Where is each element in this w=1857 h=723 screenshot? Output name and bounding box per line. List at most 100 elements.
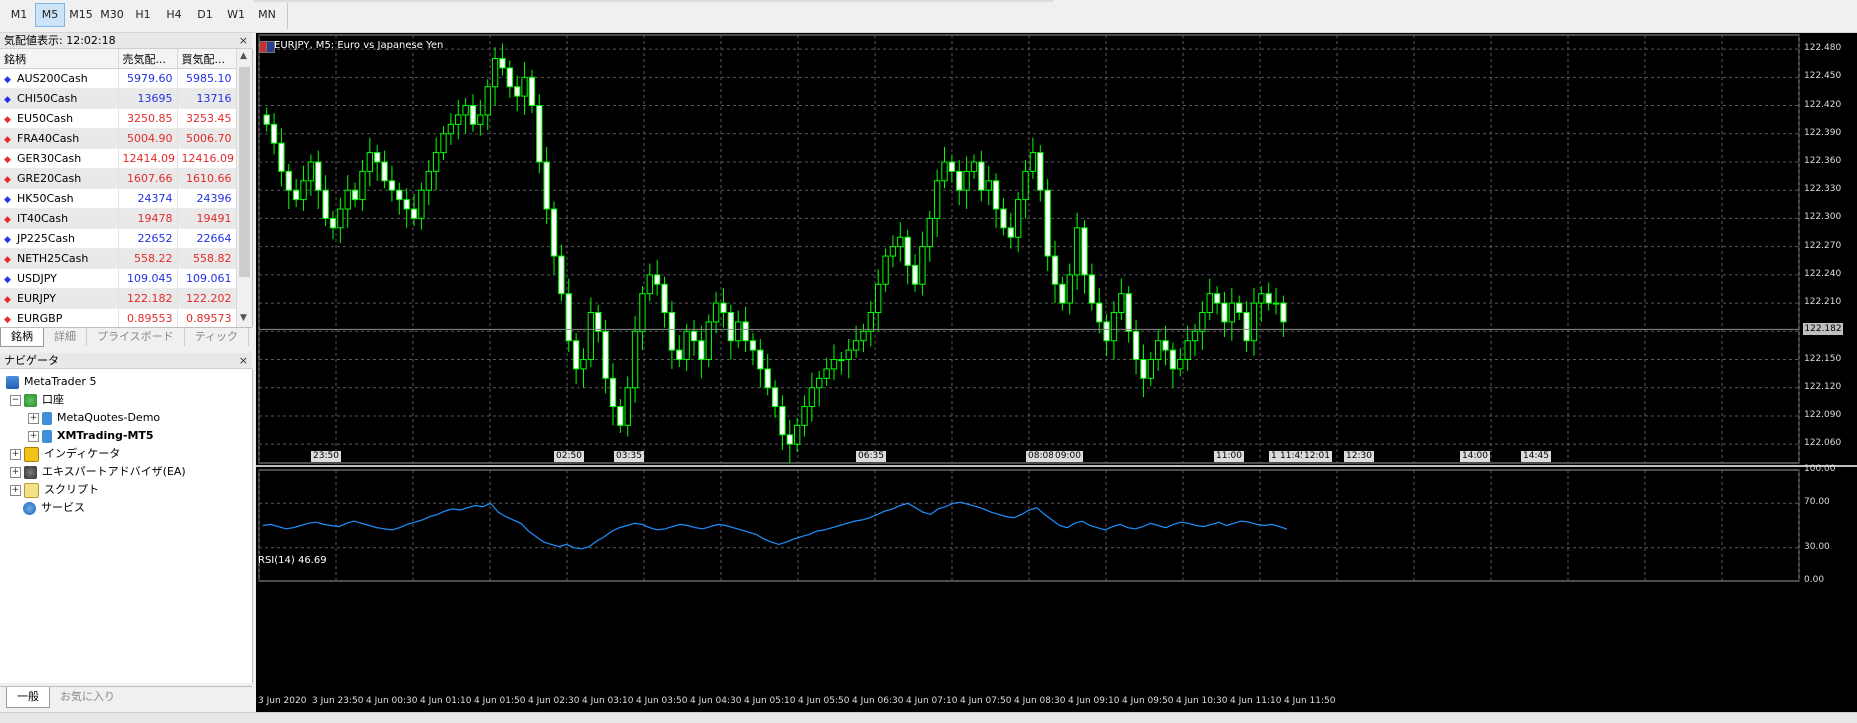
candle-body — [1154, 340, 1162, 361]
symbol-cell[interactable]: ◆ USDJPY — [0, 268, 119, 289]
tf-w1[interactable]: W1 — [221, 3, 251, 27]
candle-body — [845, 349, 852, 361]
symbol-cell[interactable]: ◆ EURGBP — [0, 308, 119, 327]
close-icon[interactable]: × — [239, 33, 248, 49]
navigator-panel: MetaTrader 5 − 口座 + MetaQuotes-Demo + XMTra… — [0, 369, 253, 683]
table-row[interactable]: ◆ EU50Cash 3250.85 3253.45 — [0, 108, 237, 129]
tab-general[interactable]: 一般 — [6, 687, 50, 708]
candle-body — [1096, 302, 1103, 323]
tab-symbols[interactable]: 銘柄 — [0, 328, 44, 347]
candle-body — [801, 406, 808, 426]
navigator-title-text: ナビゲータ — [4, 354, 59, 367]
nav-accounts[interactable]: − 口座 — [10, 391, 64, 409]
candle-body — [506, 67, 513, 88]
candle-body — [1147, 359, 1154, 379]
table-row[interactable]: ◆ EURJPY 122.182 122.202 — [0, 288, 237, 309]
symbol-cell[interactable]: ◆ GER30Cash — [0, 148, 119, 169]
table-row[interactable]: ◆ FRA40Cash 5004.90 5006.70 — [0, 128, 237, 149]
candle-body — [1199, 311, 1206, 332]
symbol-cell[interactable]: ◆ FRA40Cash — [0, 128, 119, 149]
candle-body — [911, 264, 919, 285]
table-row[interactable]: ◆ GER30Cash 12414.09 12416.09 — [0, 148, 237, 169]
tf-m1[interactable]: M1 — [4, 3, 34, 27]
nav-experts[interactable]: + エキスパートアドバイザ(EA) — [10, 463, 186, 481]
time-axis-label: 4 Jun 05:50 — [798, 696, 850, 706]
tf-m30[interactable]: M30 — [97, 3, 127, 27]
table-row[interactable]: ◆ CHI50Cash 13695 13716 — [0, 88, 237, 109]
nav-root[interactable]: MetaTrader 5 — [6, 373, 96, 391]
nav-account-metaquotes[interactable]: + MetaQuotes-Demo — [28, 409, 160, 427]
tab-details[interactable]: 詳細 — [44, 328, 87, 346]
nav-scripts[interactable]: + スクリプト — [10, 481, 99, 499]
symbol-cell[interactable]: ◆ CHI50Cash — [0, 88, 119, 109]
symbol-cell[interactable]: ◆ HK50Cash — [0, 188, 119, 209]
chart-canvas[interactable] — [256, 33, 1857, 712]
tab-favorites[interactable]: お気に入り — [50, 687, 125, 707]
scroll-up-icon[interactable]: ▲ — [240, 51, 247, 61]
symbol-cell[interactable]: ◆ GRE20Cash — [0, 168, 119, 189]
symbol-cell[interactable]: ◆ EURJPY — [0, 288, 119, 309]
table-row[interactable]: ◆ USDJPY 109.045 109.061 — [0, 268, 237, 289]
time-axis-label: 4 Jun 07:10 — [906, 696, 958, 706]
tf-m5[interactable]: M5 — [35, 3, 65, 27]
expand-icon[interactable]: + — [10, 448, 21, 460]
tab-ticks[interactable]: ティック — [185, 328, 250, 346]
candle-body — [1125, 293, 1132, 332]
market-watch-table: 銘柄 売気配... 買気配... ◆ AUS200Cash 5979.60 5985.… — [0, 49, 237, 327]
symbol-cell[interactable]: ◆ EU50Cash — [0, 108, 119, 129]
arrow-up-icon: ◆ — [4, 195, 11, 205]
scroll-down-icon[interactable]: ▼ — [240, 313, 247, 323]
candle-body — [484, 86, 491, 116]
symbol-name: USDJPY — [17, 272, 57, 285]
scroll-thumb[interactable] — [239, 67, 250, 277]
symbol-cell[interactable]: ◆ NETH25Cash — [0, 248, 119, 269]
chart-window[interactable]: EURJPY, M5: Euro vs Japanese Yen RSI(14)… — [256, 33, 1857, 712]
tab-price-board[interactable]: プライスボード — [87, 328, 185, 346]
arrow-up-icon: ◆ — [4, 235, 11, 245]
collapse-icon[interactable]: − — [10, 394, 21, 406]
nav-services[interactable]: サービス — [23, 499, 85, 517]
candle-body — [491, 58, 499, 88]
nav-account-xm[interactable]: + XMTrading-MT5 — [28, 427, 154, 445]
expand-icon[interactable]: + — [10, 466, 21, 478]
table-row[interactable]: ◆ GRE20Cash 1607.66 1610.66 — [0, 168, 237, 189]
tf-d1[interactable]: D1 — [190, 3, 220, 27]
expand-icon[interactable]: + — [28, 412, 39, 424]
candle-body — [712, 302, 720, 323]
table-row[interactable]: ◆ IT40Cash 19478 19491 — [0, 208, 237, 229]
time-axis-label: 4 Jun 09:50 — [1122, 696, 1174, 706]
rsi-axis-label: 0.00 — [1804, 575, 1825, 585]
nav-indicators[interactable]: + インディケータ — [10, 445, 120, 463]
symbol-cell[interactable]: ◆ JP225Cash — [0, 228, 119, 249]
table-row[interactable]: ◆ AUS200Cash 5979.60 5985.10 — [0, 68, 237, 89]
table-row[interactable]: ◆ HK50Cash 24374 24396 — [0, 188, 237, 209]
table-row[interactable]: ◆ EURGBP 0.89553 0.89573 — [0, 308, 237, 327]
candle-body — [536, 105, 543, 163]
col-bid[interactable]: 売気配... — [118, 49, 178, 69]
market-watch-rows: ◆ AUS200Cash 5979.60 5985.10 ◆ CHI50Cash 13695… — [0, 68, 237, 327]
expand-icon[interactable]: + — [10, 484, 21, 496]
symbol-cell[interactable]: ◆ IT40Cash — [0, 208, 119, 229]
time-axis-label: 4 Jun 05:10 — [744, 696, 796, 706]
tf-m15[interactable]: M15 — [66, 3, 96, 27]
symbol-name: GER30Cash — [17, 152, 82, 165]
time-axis-label: 4 Jun 00:30 — [366, 696, 418, 706]
candle-body — [329, 217, 337, 229]
market-watch-scrollbar[interactable]: ▲ ▼ — [236, 49, 252, 327]
symbol-name: FRA40Cash — [17, 132, 80, 145]
table-row[interactable]: ◆ NETH25Cash 558.22 558.82 — [0, 248, 237, 269]
close-icon[interactable]: × — [239, 353, 248, 369]
candle-body — [381, 161, 388, 182]
table-row[interactable]: ◆ JP225Cash 22652 22664 — [0, 228, 237, 249]
timeframe-toolbar: M1 M5 M15 M30 H1 H4 D1 W1 MN — [0, 0, 1857, 33]
col-symbol[interactable]: 銘柄 — [0, 49, 119, 69]
candle-body — [1184, 340, 1191, 361]
tf-mn[interactable]: MN — [252, 3, 282, 27]
candle-body — [668, 311, 676, 351]
candle-body — [978, 161, 985, 191]
tf-h1[interactable]: H1 — [128, 3, 158, 27]
tf-h4[interactable]: H4 — [159, 3, 189, 27]
col-ask[interactable]: 買気配... — [177, 49, 237, 69]
expand-icon[interactable]: + — [28, 430, 39, 442]
symbol-cell[interactable]: ◆ AUS200Cash — [0, 68, 119, 89]
